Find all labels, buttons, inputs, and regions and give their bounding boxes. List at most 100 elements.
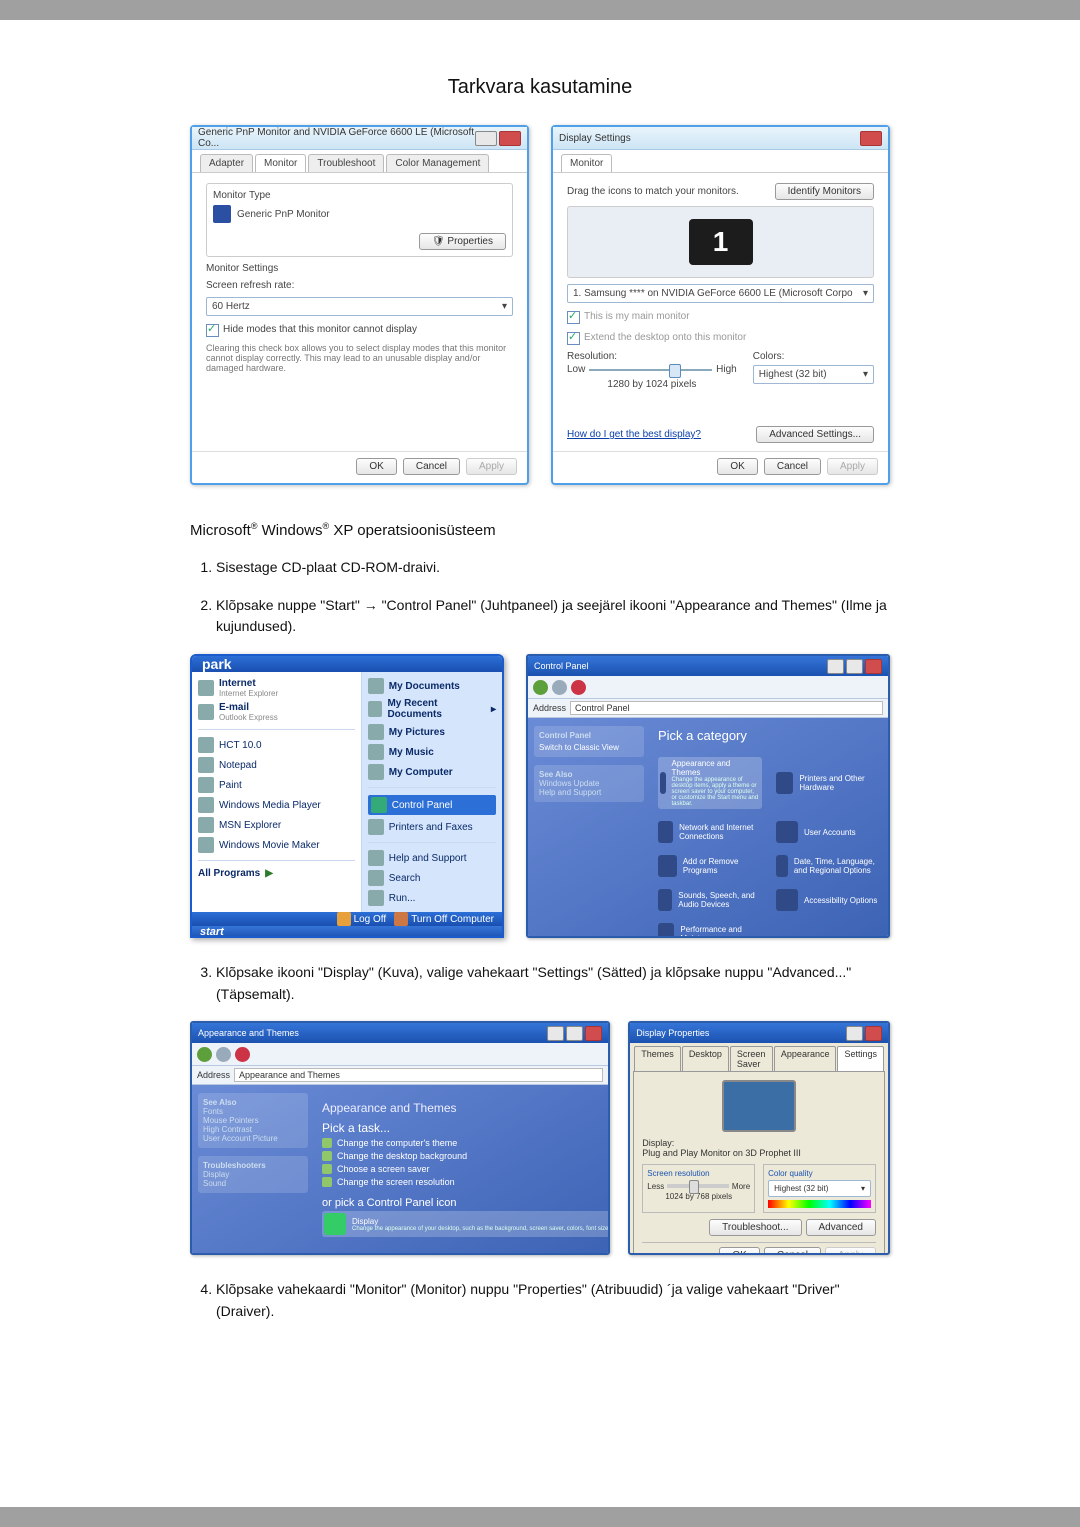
- cancel-button[interactable]: Cancel: [764, 1247, 821, 1255]
- task-background[interactable]: Change the desktop background: [322, 1151, 600, 1161]
- side-link[interactable]: User Account Picture: [203, 1134, 303, 1143]
- close-button[interactable]: [499, 131, 521, 146]
- tab-color-management[interactable]: Color Management: [386, 154, 489, 172]
- back-button[interactable]: [197, 1047, 212, 1062]
- tab-adapter[interactable]: Adapter: [200, 154, 253, 172]
- dialog-titlebar[interactable]: Generic PnP Monitor and NVIDIA GeForce 6…: [192, 127, 527, 150]
- ok-button[interactable]: OK: [356, 458, 396, 475]
- task-screensaver[interactable]: Choose a screen saver: [322, 1164, 600, 1174]
- address-bar[interactable]: Address Control Panel: [528, 699, 888, 718]
- hide-modes-checkbox-row[interactable]: Hide modes that this monitor cannot disp…: [206, 324, 513, 337]
- help-button[interactable]: [475, 131, 497, 146]
- stop-button[interactable]: [571, 680, 586, 695]
- start-button[interactable]: start: [192, 926, 502, 938]
- monitor-layout-preview[interactable]: 1: [567, 206, 874, 278]
- help-link[interactable]: How do I get the best display?: [567, 429, 701, 440]
- task-resolution[interactable]: Change the screen resolution: [322, 1177, 600, 1187]
- monitor-1-icon[interactable]: 1: [689, 219, 753, 265]
- maximize-button[interactable]: [846, 659, 863, 674]
- start-mymusic[interactable]: My Music: [368, 744, 496, 760]
- hide-modes-checkbox[interactable]: [206, 324, 219, 337]
- address-bar[interactable]: Address Appearance and Themes: [192, 1066, 608, 1085]
- side-link[interactable]: Fonts: [203, 1107, 303, 1116]
- resolution-slider[interactable]: [589, 369, 712, 371]
- advanced-settings-button[interactable]: Advanced Settings...: [756, 426, 874, 443]
- back-button[interactable]: [533, 680, 548, 695]
- turnoff-button[interactable]: Turn Off Computer: [394, 912, 494, 926]
- tab-appearance[interactable]: Appearance: [774, 1046, 837, 1071]
- start-printers[interactable]: Printers and Faxes: [368, 819, 496, 835]
- close-button[interactable]: [865, 659, 882, 674]
- stop-button[interactable]: [235, 1047, 250, 1062]
- minimize-button[interactable]: [547, 1026, 564, 1041]
- forward-button[interactable]: [216, 1047, 231, 1062]
- start-mydocs[interactable]: My Documents: [368, 678, 496, 694]
- monitor-select[interactable]: 1. Samsung **** on NVIDIA GeForce 6600 L…: [567, 284, 874, 303]
- tab-screensaver[interactable]: Screen Saver: [730, 1046, 773, 1071]
- start-run[interactable]: Run...: [368, 890, 496, 906]
- start-wmm[interactable]: Windows Movie Maker: [198, 837, 355, 853]
- close-button[interactable]: [860, 131, 882, 146]
- troubleshooter-link[interactable]: Sound: [203, 1179, 303, 1188]
- see-also-link[interactable]: Help and Support: [539, 788, 639, 797]
- category-addremove[interactable]: Add or Remove Programs: [658, 855, 762, 877]
- window-titlebar[interactable]: Appearance and Themes: [192, 1023, 608, 1043]
- category-sound[interactable]: Sounds, Speech, and Audio Devices: [658, 889, 762, 911]
- start-email[interactable]: E-mailOutlook Express: [198, 702, 355, 722]
- start-wmp[interactable]: Windows Media Player: [198, 797, 355, 813]
- start-help[interactable]: Help and Support: [368, 850, 496, 866]
- dialog-titlebar[interactable]: Display Properties: [630, 1023, 888, 1043]
- start-mypics[interactable]: My Pictures: [368, 724, 496, 740]
- window-titlebar[interactable]: Control Panel: [528, 656, 888, 676]
- cancel-button[interactable]: Cancel: [764, 458, 821, 475]
- identify-monitors-button[interactable]: Identify Monitors: [775, 183, 874, 200]
- task-theme[interactable]: Change the computer's theme: [322, 1138, 600, 1148]
- side-link[interactable]: Mouse Pointers: [203, 1116, 303, 1125]
- refresh-rate-select[interactable]: 60 Hertz ▾: [206, 297, 513, 316]
- cancel-button[interactable]: Cancel: [403, 458, 460, 475]
- tab-monitor[interactable]: Monitor: [561, 154, 612, 172]
- properties-button[interactable]: 🛡 Properties: [419, 233, 506, 250]
- dialog-titlebar[interactable]: Display Settings: [553, 127, 888, 150]
- tab-troubleshoot[interactable]: Troubleshoot: [308, 154, 384, 172]
- advanced-button[interactable]: Advanced: [806, 1219, 876, 1236]
- ok-button[interactable]: OK: [717, 458, 757, 475]
- ok-button[interactable]: OK: [719, 1247, 759, 1255]
- category-datetime[interactable]: Date, Time, Language, and Regional Optio…: [776, 855, 880, 877]
- see-also-link[interactable]: Windows Update: [539, 779, 639, 788]
- start-msn[interactable]: MSN Explorer: [198, 817, 355, 833]
- category-printers[interactable]: Printers and Other Hardware: [776, 757, 880, 809]
- cp-icon-display[interactable]: DisplayChange the appearance of your des…: [322, 1211, 610, 1237]
- start-notepad[interactable]: Notepad: [198, 757, 355, 773]
- colors-select[interactable]: Highest (32 bit) ▾: [753, 365, 874, 384]
- minimize-button[interactable]: [827, 659, 844, 674]
- start-search[interactable]: Search: [368, 870, 496, 886]
- maximize-button[interactable]: [566, 1026, 583, 1041]
- logoff-button[interactable]: Log Off: [337, 912, 387, 926]
- start-mycomputer[interactable]: My Computer: [368, 764, 496, 780]
- category-network[interactable]: Network and Internet Connections: [658, 821, 762, 843]
- resolution-slider[interactable]: [667, 1184, 729, 1188]
- start-recent[interactable]: My Recent Documents ▸: [368, 698, 496, 720]
- start-control-panel[interactable]: Control Panel: [368, 795, 496, 815]
- switch-view-link[interactable]: Switch to Classic View: [539, 743, 639, 752]
- category-performance[interactable]: Performance and Maintenance: [658, 923, 762, 938]
- close-button[interactable]: [865, 1026, 882, 1041]
- help-button[interactable]: [846, 1026, 863, 1041]
- side-link[interactable]: High Contrast: [203, 1125, 303, 1134]
- color-quality-select[interactable]: Highest (32 bit) ▾: [768, 1180, 871, 1197]
- tab-settings[interactable]: Settings: [837, 1046, 884, 1071]
- category-appearance[interactable]: Appearance and ThemesChange the appearan…: [658, 757, 762, 809]
- tab-desktop[interactable]: Desktop: [682, 1046, 729, 1071]
- category-accessibility[interactable]: Accessibility Options: [776, 889, 880, 911]
- troubleshooter-link[interactable]: Display: [203, 1170, 303, 1179]
- start-paint[interactable]: Paint: [198, 777, 355, 793]
- tab-themes[interactable]: Themes: [634, 1046, 681, 1071]
- category-user[interactable]: User Accounts: [776, 821, 880, 843]
- troubleshoot-button[interactable]: Troubleshoot...: [709, 1219, 801, 1236]
- start-hct[interactable]: HCT 10.0: [198, 737, 355, 753]
- start-all-programs[interactable]: All Programs ▶: [198, 868, 355, 879]
- close-button[interactable]: [585, 1026, 602, 1041]
- forward-button[interactable]: [552, 680, 567, 695]
- start-internet[interactable]: InternetInternet Explorer: [198, 678, 355, 698]
